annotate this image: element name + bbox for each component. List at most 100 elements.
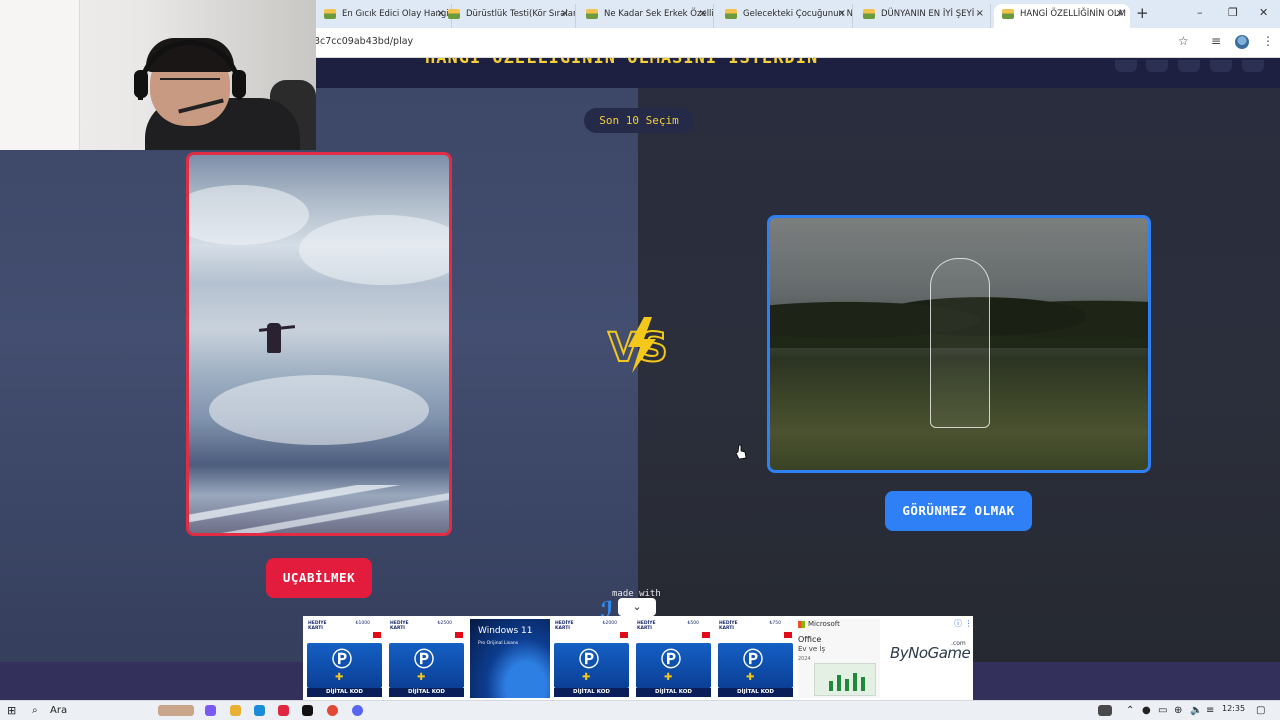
search-icon[interactable]: ⌕ bbox=[32, 704, 38, 718]
taskbar-widget-icon[interactable] bbox=[158, 705, 194, 716]
playstation-logo-icon: Ⓟ bbox=[332, 647, 352, 671]
flying-person-figure bbox=[267, 323, 281, 353]
gift-card-label: DİJİTAL KOD bbox=[389, 688, 464, 697]
header-action-icon[interactable] bbox=[1210, 60, 1232, 72]
gift-card-label: DİJİTAL KOD bbox=[636, 688, 711, 697]
ad-info-icon[interactable]: ⓘ ⋮ bbox=[954, 618, 973, 629]
new-tab-icon[interactable]: + bbox=[1136, 4, 1149, 22]
tab-close-icon[interactable]: × bbox=[1116, 4, 1124, 24]
invisible-person-outline bbox=[930, 258, 990, 428]
option-card-left[interactable] bbox=[186, 152, 452, 536]
tab-close-icon[interactable]: × bbox=[561, 4, 569, 24]
screen: En Gıcık Edici Olay Hangi × Dürüstlük Te… bbox=[0, 0, 1280, 720]
ps-plus-icon: ✚ bbox=[582, 672, 591, 683]
bookmark-star-icon[interactable]: ☆ bbox=[1178, 34, 1189, 48]
discord-icon[interactable] bbox=[352, 705, 363, 716]
window-close-icon[interactable]: ✕ bbox=[1259, 6, 1268, 19]
taskbar-search-label[interactable]: Ara bbox=[50, 704, 67, 718]
tab-title: DÜNYANIN EN İYİ ŞEYİ - bbox=[881, 9, 980, 19]
page-title: HANGİ ÖZELLİĞİNİN OLMASINI İSTERDİN bbox=[425, 58, 819, 68]
ps-gift-card[interactable]: HEDİYE KARTI ₺500 Ⓟ ✚ DİJİTAL KOD bbox=[634, 619, 713, 698]
gift-card-label: DİJİTAL KOD bbox=[554, 688, 629, 697]
ps-gift-card[interactable]: HEDİYE KARTI ₺2500 Ⓟ ✚ DİJİTAL KOD bbox=[387, 619, 466, 698]
windows-start-icon[interactable]: ⊞ bbox=[7, 704, 16, 718]
browser-tab[interactable]: En Gıcık Edici Olay Hangi × bbox=[316, 4, 452, 28]
menu-kebab-icon[interactable]: ⋮ bbox=[1262, 34, 1274, 48]
gift-card-title: HEDİYE KARTI bbox=[555, 621, 574, 631]
playstation-logo-icon: Ⓟ bbox=[579, 647, 599, 671]
tab-favicon-icon bbox=[863, 9, 875, 19]
headset-earcup bbox=[232, 70, 246, 98]
gift-card-face: Ⓟ ✚ bbox=[554, 643, 629, 688]
language-icon[interactable]: ≡ bbox=[1206, 704, 1214, 718]
taskbar-app-icon[interactable] bbox=[278, 705, 289, 716]
tab-close-icon[interactable]: × bbox=[699, 4, 707, 24]
tray-chevron-icon[interactable]: ⌃ bbox=[1126, 704, 1134, 718]
ps-plus-icon: ✚ bbox=[335, 672, 344, 683]
media-controls-icon[interactable]: ≡ bbox=[1211, 34, 1221, 48]
vs-emblem-icon: VS bbox=[607, 317, 669, 373]
choose-left-button[interactable]: UÇABİLMEK bbox=[266, 558, 372, 598]
ad-banner[interactable]: HEDİYE KARTI ₺1000 Ⓟ ✚ DİJİTAL KOD HEDİYE… bbox=[303, 616, 973, 700]
choose-right-button[interactable]: GÖRÜNMEZ OLMAK bbox=[885, 491, 1032, 531]
gift-card-price: ₺2000 bbox=[602, 621, 617, 626]
cloud-shape bbox=[299, 215, 449, 285]
ps-gift-card[interactable]: HEDİYE KARTI ₺2000 Ⓟ ✚ DİJİTAL KOD bbox=[552, 619, 631, 698]
ps-plus-icon: ✚ bbox=[746, 672, 755, 683]
tray-app-icon[interactable]: ⊕ bbox=[1174, 704, 1182, 718]
taskbar-app-icon[interactable] bbox=[205, 705, 216, 716]
ps-gift-card[interactable]: HEDİYE KARTI ₺1000 Ⓟ ✚ DİJİTAL KOD bbox=[305, 619, 384, 698]
option-card-right[interactable] bbox=[767, 215, 1151, 473]
bynogame-domain: .com bbox=[951, 640, 966, 647]
chrome-icon[interactable] bbox=[327, 705, 338, 716]
taskbar-clock[interactable]: 12:35 bbox=[1222, 704, 1245, 713]
gift-card-face: Ⓟ ✚ bbox=[389, 643, 464, 688]
turkey-flag-icon bbox=[784, 632, 792, 638]
microphone-icon[interactable]: ● bbox=[1142, 704, 1151, 718]
turkey-flag-icon bbox=[455, 632, 463, 638]
browser-tab[interactable]: DÜNYANIN EN İYİ ŞEYİ - × bbox=[855, 4, 991, 28]
playstation-logo-icon: Ⓟ bbox=[414, 647, 434, 671]
gift-card-label: DİJİTAL KOD bbox=[307, 688, 382, 697]
header-action-icon[interactable] bbox=[1115, 60, 1137, 72]
tab-favicon-icon bbox=[448, 9, 460, 19]
history-pill[interactable]: Son 10 Seçim bbox=[584, 108, 694, 133]
tiktok-icon[interactable] bbox=[302, 705, 313, 716]
maximize-icon[interactable]: ❐ bbox=[1228, 6, 1238, 19]
gift-card-face: Ⓟ ✚ bbox=[307, 643, 382, 688]
ps-gift-card[interactable]: HEDİYE KARTI ₺750 Ⓟ ✚ DİJİTAL KOD bbox=[716, 619, 795, 698]
tab-favicon-icon bbox=[1002, 9, 1014, 19]
windows-11-card[interactable]: Windows 11 Pro Orijinal Lisans bbox=[470, 619, 550, 698]
gift-card-price: ₺2500 bbox=[437, 621, 452, 626]
browser-tab[interactable]: Dürüstlük Testi(Kör Sıralar × bbox=[440, 4, 576, 28]
tab-close-icon[interactable]: × bbox=[976, 4, 984, 24]
minimize-icon[interactable]: – bbox=[1197, 6, 1203, 19]
header-action-icon[interactable] bbox=[1146, 60, 1168, 72]
edge-browser-icon[interactable] bbox=[254, 705, 265, 716]
office-card[interactable]: Microsoft Office Ev ve İş 2024 bbox=[798, 619, 880, 698]
tab-title: Dürüstlük Testi(Kör Sıralar bbox=[466, 9, 576, 19]
profile-avatar[interactable] bbox=[1235, 35, 1249, 49]
file-explorer-icon[interactable] bbox=[230, 705, 241, 716]
tab-favicon-icon bbox=[324, 9, 336, 19]
tab-close-icon[interactable]: × bbox=[838, 4, 846, 24]
tab-title: En Gıcık Edici Olay Hangi bbox=[342, 9, 449, 19]
cloud-shape bbox=[209, 375, 429, 445]
tray-app-icon[interactable]: ▭ bbox=[1158, 704, 1167, 718]
windows-title: Windows 11 bbox=[478, 626, 533, 636]
header-action-icon[interactable] bbox=[1178, 60, 1200, 72]
turkey-flag-icon bbox=[373, 632, 381, 638]
volume-icon[interactable]: 🔈 bbox=[1190, 704, 1202, 718]
gift-card-title: HEDİYE KARTI bbox=[390, 621, 409, 631]
browser-tab[interactable]: Gelecekteki Çocuğunun N × bbox=[717, 4, 853, 28]
office-title: Office bbox=[798, 635, 822, 644]
cloud-shape bbox=[189, 185, 309, 245]
browser-tab-active[interactable]: HANGİ ÖZELLİĞİNİN OLM × bbox=[994, 4, 1130, 28]
gift-card-face: Ⓟ ✚ bbox=[636, 643, 711, 688]
ad-collapse-icon[interactable]: ⌄ bbox=[618, 598, 656, 616]
browser-tab[interactable]: Ne Kadar Sek Erkek Özelli × bbox=[578, 4, 714, 28]
keyboard-icon[interactable] bbox=[1098, 705, 1112, 716]
notifications-icon[interactable]: ▢ bbox=[1256, 704, 1265, 718]
header-action-icon[interactable] bbox=[1242, 60, 1264, 72]
url-text[interactable]: 3c7cc09ab43bd/play bbox=[314, 36, 413, 47]
